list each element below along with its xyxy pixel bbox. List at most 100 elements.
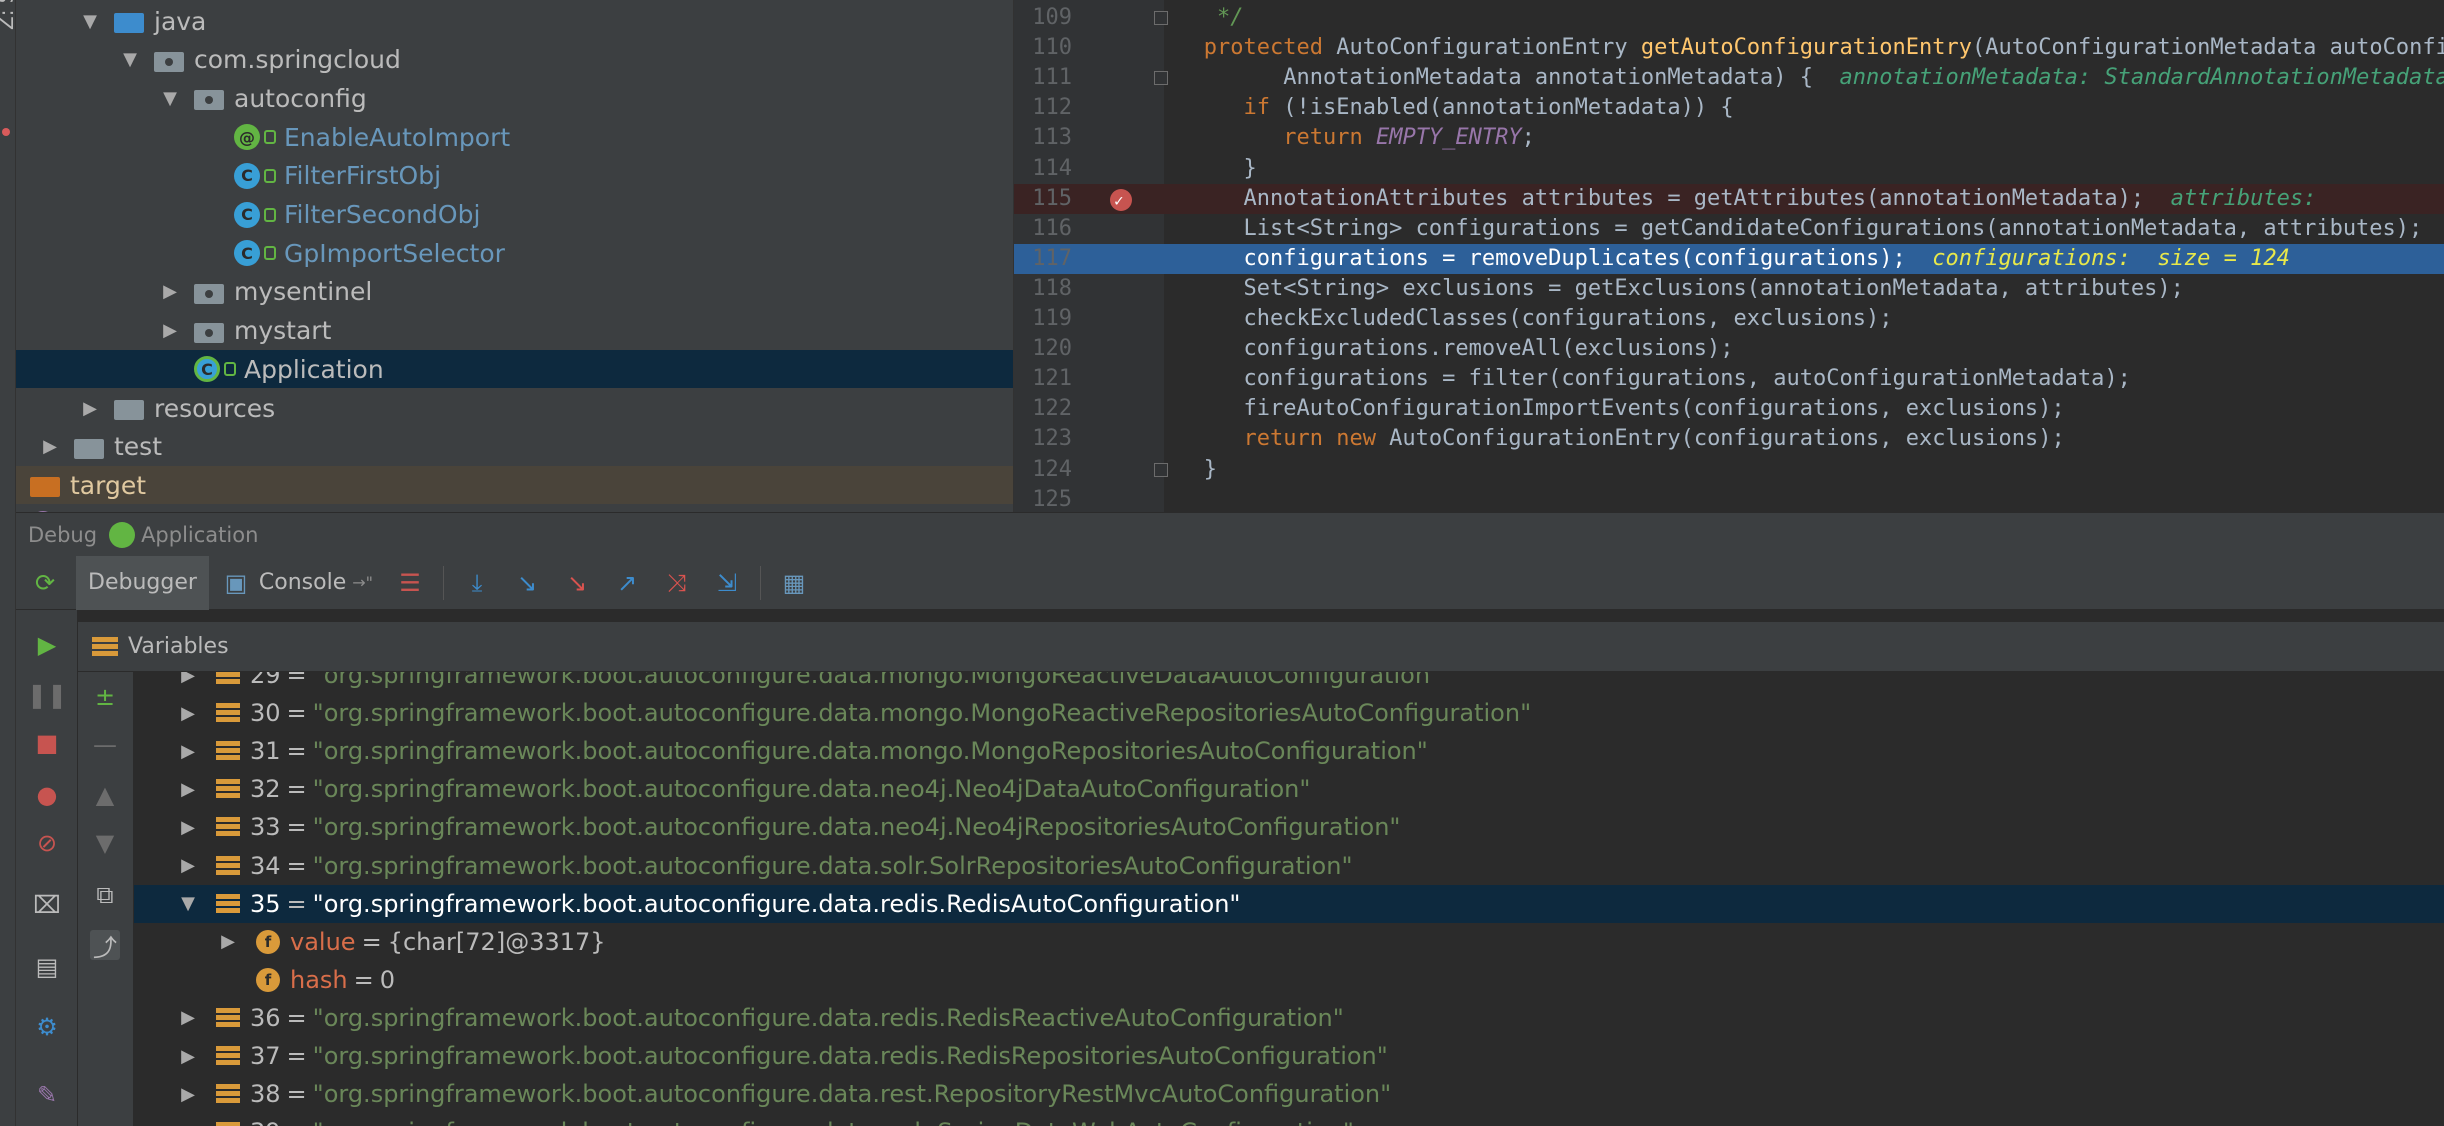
rerun-icon[interactable]: ⟳ xyxy=(30,568,60,598)
tree-item-java[interactable]: ▼ java xyxy=(16,2,1013,40)
pause-icon[interactable]: ❚❚ xyxy=(27,680,67,710)
tab-console[interactable]: ▣ Console →" xyxy=(209,556,385,610)
code-line[interactable]: 112 if (!isEnabled(annotationMetadata)) … xyxy=(1014,93,2444,123)
variable-row[interactable]: ▶ 36 = "org.springframework.boot.autoconfig… xyxy=(134,999,2444,1037)
evaluate-expression-icon[interactable]: ▦ xyxy=(779,568,809,598)
code-line[interactable]: 122 fireAutoConfigurationImportEvents(co… xyxy=(1014,394,2444,424)
expand-arrow-icon[interactable]: ▼ xyxy=(178,893,198,914)
code-text: configurations.removeAll(exclusions); xyxy=(1164,336,1734,362)
variable-row[interactable]: ▶ 31 = "org.springframework.boot.autoconfig… xyxy=(134,732,2444,770)
access-modifier-icon xyxy=(224,362,236,377)
variable-row[interactable]: ▶ 30 = "org.springframework.boot.autoconfig… xyxy=(134,694,2444,732)
code-line[interactable]: 111 AnnotationMetadata annotationMetadat… xyxy=(1014,63,2444,93)
code-editor[interactable]: 109 */110 protected AutoConfigurationEnt… xyxy=(1013,0,2444,512)
run-to-cursor-icon[interactable]: ⇲ xyxy=(712,568,742,598)
restore-layout-icon[interactable]: ▤ xyxy=(32,952,62,982)
breakpoint-line[interactable]: 115 AnnotationAttributes attributes = ge… xyxy=(1014,183,2444,216)
code-line[interactable]: 120 configurations.removeAll(exclusions)… xyxy=(1014,334,2444,364)
step-into-icon[interactable]: ↘ xyxy=(512,568,542,598)
new-watch-icon[interactable]: ± xyxy=(90,682,120,712)
tree-item-filterfirstobj[interactable]: C FilterFirstObj xyxy=(16,157,1013,195)
show-execution-point-icon[interactable]: ☰ xyxy=(395,568,425,598)
view-breakpoints-icon[interactable]: ● xyxy=(32,780,62,810)
code-line[interactable]: 114 } xyxy=(1014,154,2444,184)
code-line[interactable]: 123 return new AutoConfigurationEntry(co… xyxy=(1014,424,2444,454)
run-config-name[interactable]: Application xyxy=(141,523,258,547)
pin-icon[interactable]: ✎ xyxy=(32,1080,62,1110)
tree-item-pom-xml[interactable]: mpom.xml xyxy=(16,505,1013,512)
tree-item-application[interactable]: C Application xyxy=(16,350,1013,389)
show-watches-icon[interactable]: ⤴ xyxy=(90,930,120,962)
expand-arrow-icon[interactable]: ▶ xyxy=(40,436,60,457)
field-row[interactable]: f hash = 0 xyxy=(134,961,2444,999)
code-text: return EMPTY_ENTRY; xyxy=(1283,125,1535,151)
variable-row[interactable]: ▶ 32 = "org.springframework.boot.autoconfig… xyxy=(134,770,2444,808)
expand-arrow-icon[interactable]: ▶ xyxy=(160,281,180,302)
move-down-icon[interactable]: ▼ xyxy=(90,828,120,858)
get-thread-dump-icon[interactable]: ⌧ xyxy=(32,890,62,920)
tree-item-com-springcloud[interactable]: ▼ com.springcloud xyxy=(16,41,1013,79)
expand-arrow-icon[interactable]: ▶ xyxy=(80,398,100,419)
variables-title: Variables xyxy=(128,634,229,659)
variable-row[interactable]: ▶ 39 = "org.springframework.boot.autoconfig… xyxy=(134,1113,2444,1126)
current-execution-line[interactable]: 117 configurations = removeDuplicates(co… xyxy=(1014,243,2444,274)
settings-icon[interactable]: ⚙ xyxy=(32,1012,62,1042)
expand-arrow-icon[interactable]: ▼ xyxy=(160,88,180,109)
code-line[interactable]: 109 */ xyxy=(1014,3,2444,33)
tree-item-mystart[interactable]: ▶ mystart xyxy=(16,312,1013,350)
field-row[interactable]: ▶ f value = {char[72]@3317} xyxy=(134,923,2444,961)
tree-item-enableautoimport[interactable]: @ EnableAutoImport xyxy=(16,118,1013,156)
code-line[interactable]: 124 } xyxy=(1014,455,2444,485)
variable-row[interactable]: ▶ 33 = "org.springframework.boot.autoconfig… xyxy=(134,808,2444,846)
variable-row[interactable]: ▶ 38 = "org.springframework.boot.autoconfig… xyxy=(134,1075,2444,1113)
array-element-icon xyxy=(216,1046,240,1066)
expand-arrow-icon[interactable]: ▶ xyxy=(218,931,238,952)
variable-row[interactable]: ▼ 35 = "org.springframework.boot.autoconfig… xyxy=(134,884,2444,923)
step-out-icon[interactable]: ↗ xyxy=(612,568,642,598)
code-line[interactable]: 116 List<String> configurations = getCan… xyxy=(1014,214,2444,244)
expand-arrow-icon[interactable]: ▶ xyxy=(178,779,198,800)
tree-item-resources[interactable]: ▶ resources xyxy=(16,389,1013,427)
expand-arrow-icon[interactable]: ▶ xyxy=(178,855,198,876)
tree-item-test[interactable]: ▶ test xyxy=(16,428,1013,466)
expand-arrow-icon[interactable]: ▶ xyxy=(178,817,198,838)
remove-watch-icon[interactable]: — xyxy=(90,730,120,760)
code-line[interactable]: 118 Set<String> exclusions = getExclusio… xyxy=(1014,274,2444,304)
expand-arrow-icon[interactable]: ▶ xyxy=(178,741,198,762)
variable-row[interactable]: ▶ 37 = "org.springframework.boot.autoconfig… xyxy=(134,1037,2444,1075)
expand-arrow-icon[interactable]: ▶ xyxy=(178,672,198,686)
tree-item-filtersecondobj[interactable]: C FilterSecondObj xyxy=(16,196,1013,234)
stop-icon[interactable]: ■ xyxy=(32,728,62,758)
variable-row[interactable]: ▶ 34 = "org.springframework.boot.autoconfig… xyxy=(134,847,2444,885)
expand-arrow-icon[interactable]: ▼ xyxy=(80,11,100,32)
drop-frame-icon[interactable]: ⤨ xyxy=(662,568,692,598)
copy-icon[interactable]: ⧉ xyxy=(90,880,120,910)
tree-item-autoconfig[interactable]: ▼ autoconfig xyxy=(16,79,1013,117)
step-over-icon[interactable]: ⤓ xyxy=(462,568,492,598)
expand-arrow-icon[interactable]: ▼ xyxy=(120,49,140,70)
expand-arrow-icon[interactable]: ▶ xyxy=(178,703,198,724)
expand-arrow-icon[interactable]: ▶ xyxy=(160,320,180,341)
force-step-into-icon[interactable]: ↘ xyxy=(562,568,592,598)
code-line[interactable]: 110 protected AutoConfigurationEntry get… xyxy=(1014,33,2444,63)
expand-arrow-icon[interactable]: ▶ xyxy=(178,1046,198,1067)
code-line[interactable]: 113 return EMPTY_ENTRY; xyxy=(1014,123,2444,153)
move-up-icon[interactable]: ▲ xyxy=(90,780,120,810)
structure-tool-strip[interactable]: Z: Structure xyxy=(0,0,18,1126)
code-line[interactable]: 121 configurations = filter(configuratio… xyxy=(1014,364,2444,394)
tree-item-mysentinel[interactable]: ▶ mysentinel xyxy=(16,273,1013,311)
resume-icon[interactable]: ▶ xyxy=(32,630,62,660)
project-tree[interactable]: ▼ java ▼ com.springcloud ▼ autoconfig @ EnableA… xyxy=(16,0,1013,512)
tree-item-target[interactable]: target xyxy=(16,466,1013,505)
variable-row[interactable]: ▶ 29 = "org.springframework.boot.autoconfig… xyxy=(134,672,2444,694)
expand-arrow-icon[interactable]: ▶ xyxy=(178,1007,198,1028)
tab-debugger[interactable]: Debugger xyxy=(76,555,209,610)
code-line[interactable]: 119 checkExcludedClasses(configurations,… xyxy=(1014,304,2444,334)
expand-arrow-icon[interactable]: ▶ xyxy=(178,1084,198,1105)
breakpoint-icon[interactable] xyxy=(1110,186,1132,216)
expand-arrow-icon[interactable]: ▶ xyxy=(178,1122,198,1126)
mute-breakpoints-icon[interactable]: ⊘ xyxy=(32,828,62,858)
tree-item-gpimportselector[interactable]: C GpImportSelector xyxy=(16,234,1013,272)
variables-list[interactable]: ▶ 29 = "org.springframework.boot.autoconfig… xyxy=(134,672,2444,1126)
code-line[interactable]: 125 xyxy=(1014,485,2444,512)
